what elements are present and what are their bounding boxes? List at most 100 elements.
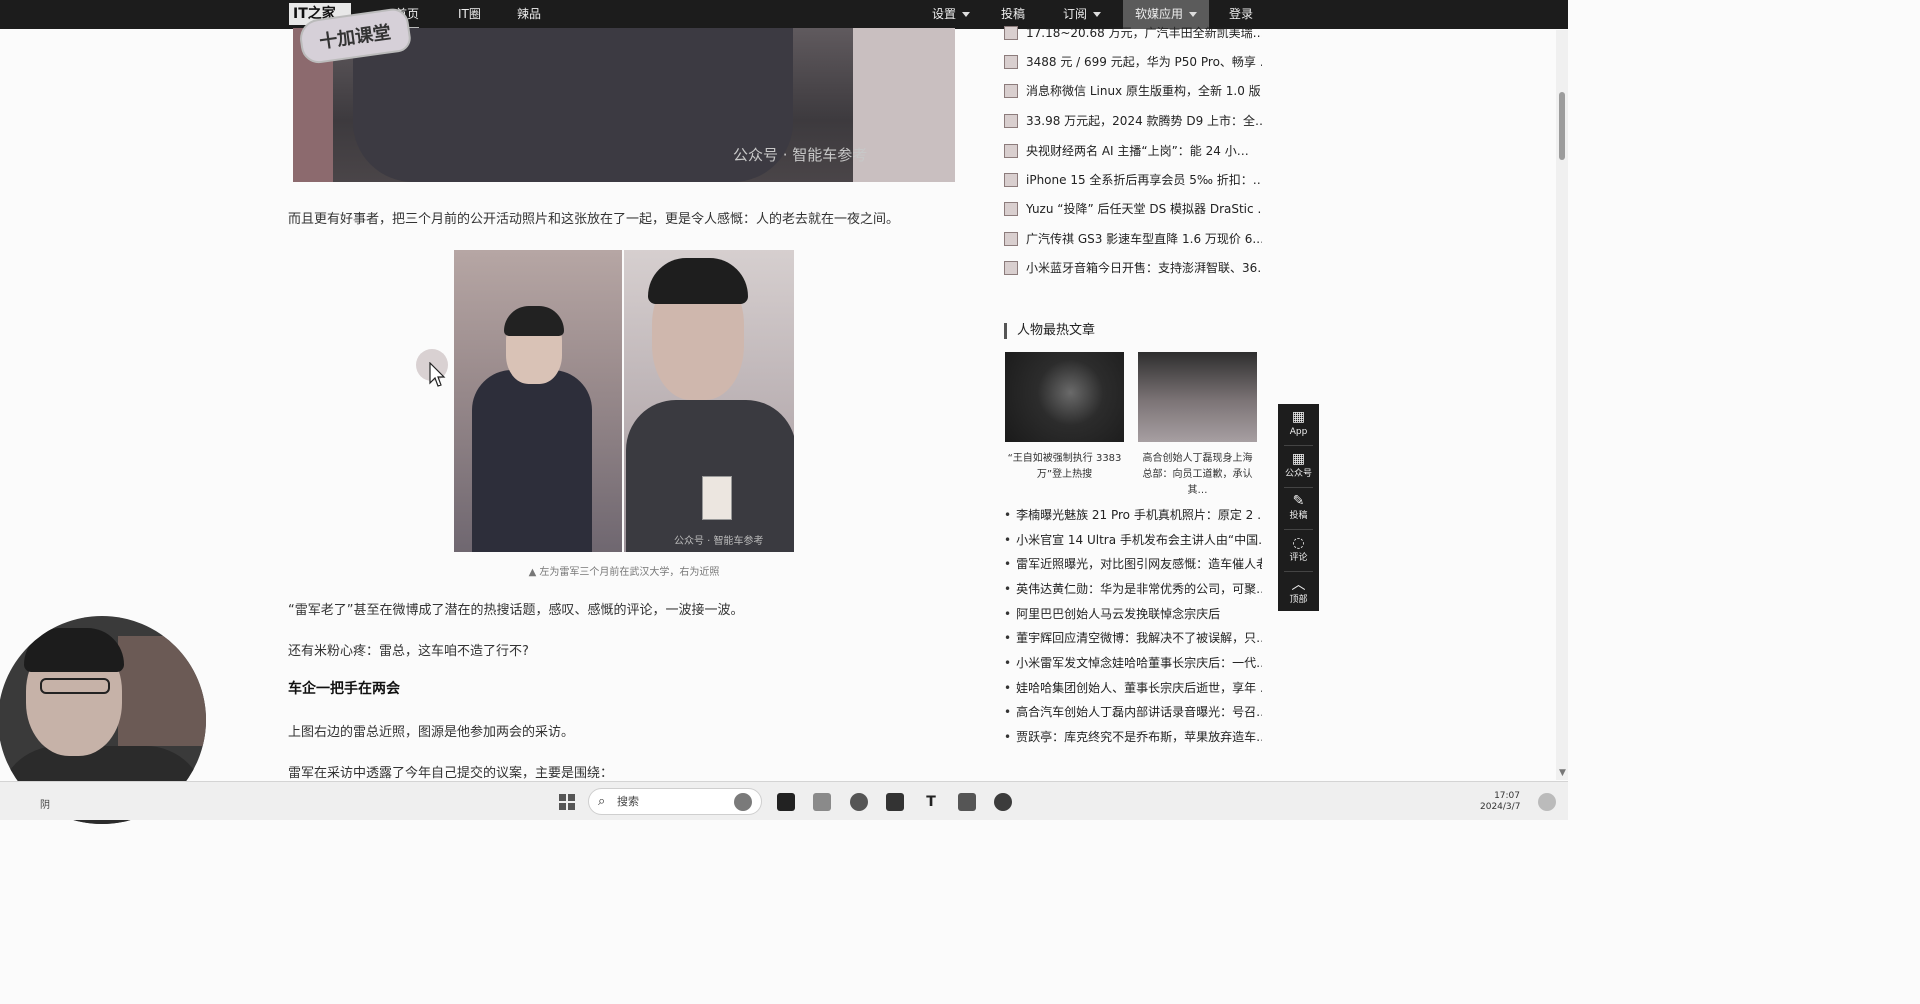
photo-coat — [353, 28, 793, 182]
people-hot-section-title: 人物最热文章 — [1004, 323, 1095, 339]
nav-la-pin[interactable]: 辣品 — [517, 0, 541, 29]
taskbar-search-placeholder: 搜索 — [617, 795, 639, 808]
ghost-watermark — [60, 24, 290, 74]
article-subheading: 车企一把手在两会 — [288, 681, 400, 697]
article-paragraph: 上图右边的雷总近照，图源是他参加两会的采访。 — [288, 725, 575, 740]
notification-icon[interactable] — [1538, 793, 1556, 811]
chrome-browser-icon[interactable] — [994, 793, 1012, 811]
people-card[interactable]: “王自如被强制执行 3383 万”登上热搜 — [1005, 352, 1124, 483]
news-item[interactable]: 阿里巴巴创始人马云发挽联悼念宗庆后 — [1004, 605, 1262, 623]
hot-article-title: 3488 元 / 699 元起，华为 P50 Pro、畅享 … — [1026, 55, 1262, 69]
article-photo-comparison: 公众号 · 智能车参考 — [454, 250, 794, 552]
typora-icon[interactable]: T — [922, 793, 940, 811]
hot-article-item[interactable]: iPhone 15 全系折后再享会员 5‰ 折扣：… — [1004, 171, 1262, 191]
floating-toolbar: ▦ App ▦ 公众号 ✎ 投稿 ◌ 评论 ︿ 顶部 — [1278, 404, 1319, 611]
news-item[interactable]: 贾跃亭：库克终究不是乔布斯，苹果放弃造车… — [1004, 728, 1262, 746]
news-item[interactable]: 董宇辉回应清空微博：我解决不了被误解，只… — [1004, 629, 1262, 647]
file-explorer-icon[interactable] — [813, 793, 831, 811]
card-image — [1138, 352, 1257, 442]
back-to-top-label: 顶部 — [1289, 595, 1308, 605]
scroll-down-arrow-icon[interactable]: ▼ — [1559, 768, 1566, 778]
back-to-top-button[interactable]: ︿ 顶部 — [1278, 572, 1319, 613]
news-item[interactable]: 雷军近照曝光，对比图引网友感慨：造车催人老 — [1004, 555, 1262, 573]
submit-button[interactable]: ✎ 投稿 — [1278, 488, 1319, 529]
hot-article-title: Yuzu “投降” 后任天堂 DS 模拟器 DraStic … — [1026, 202, 1262, 216]
article-thumb-icon — [1004, 114, 1018, 128]
search-highlight-icon[interactable] — [734, 793, 752, 811]
windows-taskbar: 阴 ⌕ 搜索 T 17:07 2024/3/7 — [0, 781, 1568, 820]
hot-article-title: 17.18~20.68 万元，广汽丰田全新凯美瑞… — [1026, 26, 1262, 40]
hot-article-item[interactable]: 3488 元 / 699 元起，华为 P50 Pro、畅享 … — [1004, 53, 1262, 73]
comment-label: 评论 — [1289, 553, 1308, 563]
hot-article-item[interactable]: 消息称微信 Linux 原生版重构，全新 1.0 版… — [1004, 82, 1262, 102]
news-item[interactable]: 小米官宣 14 Ultra 手机发布会主讲人由“中国… — [1004, 531, 1262, 549]
people-card[interactable]: 高合创始人丁磊现身上海总部：向员工道歉，承认其… — [1138, 352, 1257, 499]
photo-three-months-ago — [454, 250, 622, 552]
photo-hair — [648, 258, 748, 304]
article-thumb-icon — [1004, 84, 1018, 98]
wechat-qr-button[interactable]: ▦ 公众号 — [1278, 446, 1319, 487]
news-item[interactable]: 小米雷军发文悼念娃哈哈董事长宗庆后：一代… — [1004, 654, 1262, 672]
webcam-person-hair — [24, 628, 124, 672]
nav-settings[interactable]: 设置 — [932, 0, 971, 29]
hot-article-title: 33.98 万元起，2024 款腾势 D9 上市：全… — [1026, 114, 1262, 128]
search-icon: ⌕ — [598, 794, 606, 809]
hot-article-item[interactable]: 广汽传祺 GS3 影速车型直降 1.6 万现价 6.… — [1004, 230, 1262, 250]
wechat-qr-label: 公众号 — [1284, 469, 1312, 479]
hot-article-title: 广汽传祺 GS3 影速车型直降 1.6 万现价 6.… — [1026, 232, 1262, 246]
article-thumb-icon — [1004, 26, 1018, 40]
qr-icon: ▦ — [1291, 409, 1306, 425]
app-qr-button[interactable]: ▦ App — [1278, 404, 1319, 445]
article-thumb-icon — [1004, 202, 1018, 216]
scroll-thumb[interactable] — [1559, 92, 1565, 160]
page-scrollbar[interactable] — [1556, 30, 1568, 780]
photo-suit — [472, 370, 592, 552]
article-thumb-icon — [1004, 173, 1018, 187]
notes-app-icon[interactable] — [958, 793, 976, 811]
article-paragraph: 还有米粉心疼：雷总，这车咱不造了行不? — [288, 644, 529, 659]
news-item[interactable]: 娃哈哈集团创始人、董事长宗庆后逝世，享年 … — [1004, 679, 1262, 697]
news-item[interactable]: 李楠曝光魅族 21 Pro 手机真机照片：原定 2 … — [1004, 506, 1262, 524]
hot-article-item[interactable]: 小米蓝牙音箱今日开售：支持澎湃智联、36… — [1004, 259, 1262, 279]
photo-window — [853, 28, 955, 182]
clock-time: 17:07 — [1494, 791, 1520, 801]
windows-start-icon[interactable] — [558, 793, 576, 811]
submit-label: 投稿 — [1289, 511, 1308, 521]
edge-browser-icon[interactable] — [850, 793, 868, 811]
photo-watermark: 公众号 · 智能车参考 — [674, 536, 764, 547]
article-thumb-icon — [1004, 55, 1018, 69]
chevron-up-icon: ︿ — [1291, 577, 1306, 593]
app-qr-label: App — [1289, 427, 1308, 437]
hot-article-title: iPhone 15 全系折后再享会员 5‰ 折扣：… — [1026, 173, 1262, 187]
chevron-down-icon — [1093, 12, 1102, 17]
clock-date: 2024/3/7 — [1480, 802, 1521, 812]
hot-article-item[interactable]: 33.98 万元起，2024 款腾势 D9 上市：全… — [1004, 112, 1262, 132]
mouse-pointer-icon — [429, 362, 446, 387]
hot-article-title: 小米蓝牙音箱今日开售：支持澎湃智联、36… — [1026, 261, 1262, 275]
photo-recent: 公众号 · 智能车参考 — [624, 250, 794, 552]
article-thumb-icon — [1004, 261, 1018, 275]
news-item[interactable]: 英伟达黄仁勋：华为是非常优秀的公司，可聚… — [1004, 580, 1262, 598]
top-nav-bar: IT之家 首页 IT圈 辣品 设置 投稿 订阅 软媒应用 登录 — [0, 0, 1568, 29]
article-thumb-icon — [1004, 232, 1018, 246]
qr-icon: ▦ — [1291, 451, 1306, 467]
task-view-icon[interactable] — [777, 793, 795, 811]
article-paragraph: “雷军老了”甚至在微博成了潜在的热搜话题，感叹、感慨的评论，一波接一波。 — [288, 603, 744, 618]
comment-button[interactable]: ◌ 评论 — [1278, 530, 1319, 571]
weather-label: 阴 — [40, 800, 50, 811]
hot-article-item[interactable]: 央视财经两名 AI 主播“上岗”：能 24 小… — [1004, 142, 1262, 162]
article-paragraph: 雷军在采访中透露了今年自己提交的议案，主要是围绕： — [288, 766, 614, 781]
article-thumb-icon — [1004, 144, 1018, 158]
hot-article-title: 消息称微信 Linux 原生版重构，全新 1.0 版… — [1026, 84, 1262, 98]
nav-it-circle[interactable]: IT圈 — [458, 0, 481, 29]
news-item[interactable]: 高合汽车创始人丁磊内部讲话录音曝光：号召… — [1004, 703, 1262, 721]
photo-badge — [702, 476, 732, 520]
hot-article-item[interactable]: 17.18~20.68 万元，广汽丰田全新凯美瑞… — [1004, 24, 1262, 44]
nav-apps-label: 软媒应用 — [1135, 7, 1184, 21]
hot-article-item[interactable]: Yuzu “投降” 后任天堂 DS 模拟器 DraStic … — [1004, 200, 1262, 220]
store-icon[interactable] — [886, 793, 904, 811]
photo-caption: ▲ 左为雷军三个月前在武汉大学，右为近照 — [528, 567, 720, 578]
edit-icon: ✎ — [1292, 493, 1305, 509]
system-clock[interactable]: 17:07 2024/3/7 — [1480, 791, 1520, 813]
hot-article-title: 央视财经两名 AI 主播“上岗”：能 24 小… — [1026, 144, 1249, 158]
